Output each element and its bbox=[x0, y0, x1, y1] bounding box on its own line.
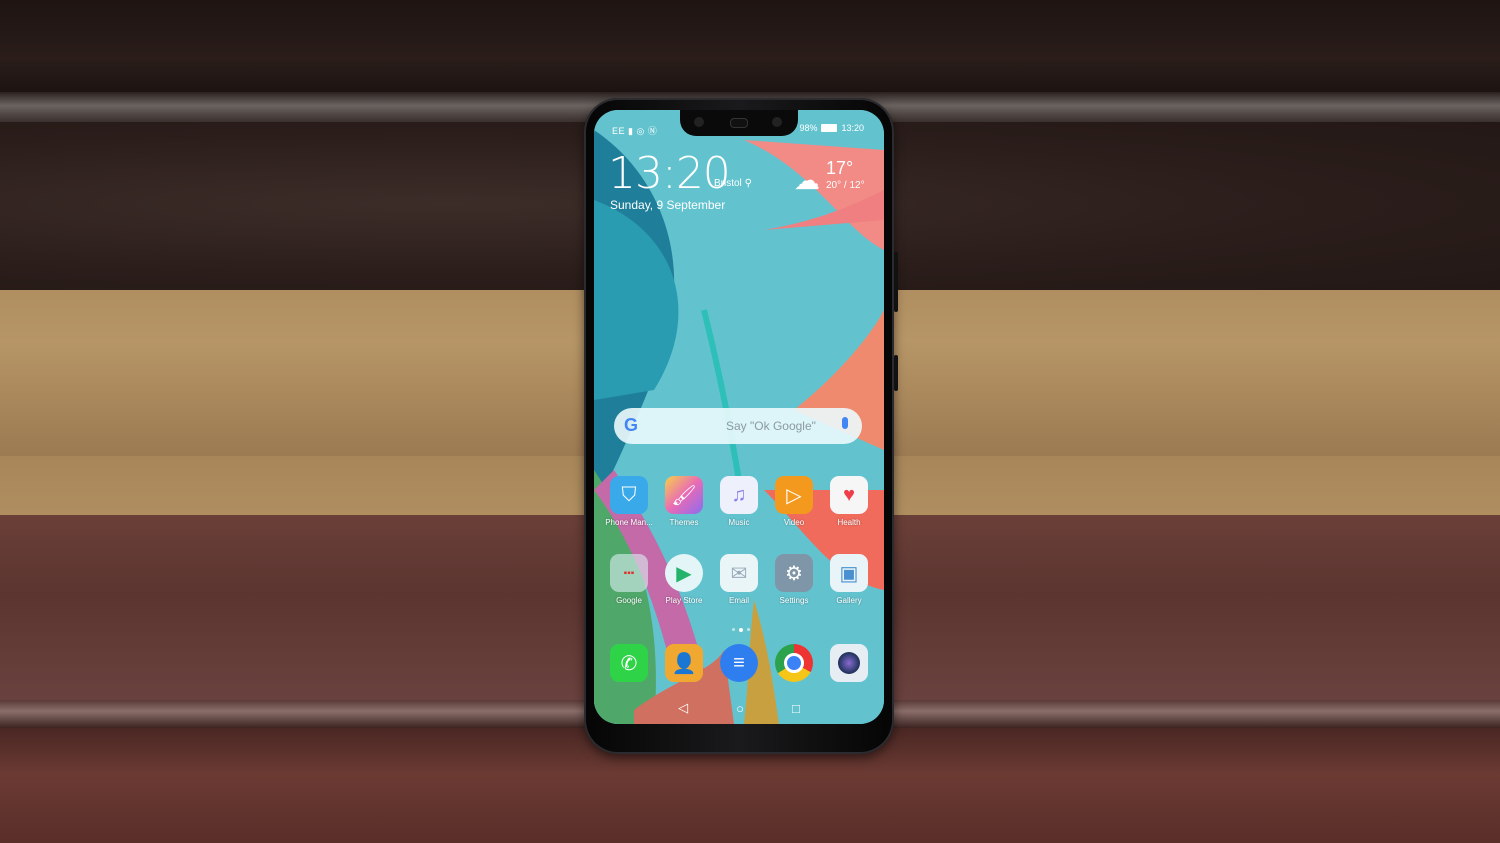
music-icon: ♫ bbox=[720, 476, 758, 514]
app-label: Email bbox=[728, 596, 749, 605]
google-search-bar[interactable]: G Say "Ok Google" bbox=[614, 408, 862, 444]
front-camera-icon bbox=[772, 117, 782, 127]
earpiece-icon bbox=[730, 118, 748, 128]
play-icon: ▷ bbox=[775, 476, 813, 514]
heart-icon: ♥ bbox=[830, 476, 868, 514]
app-phone-manager[interactable]: ⛉ Phone Man... bbox=[602, 476, 656, 527]
mail-icon: ✉ bbox=[720, 554, 758, 592]
page-dot-active[interactable] bbox=[739, 628, 743, 632]
dock: ✆ 👤 ≡ bbox=[602, 644, 876, 682]
weather-range: 20° / 12° bbox=[826, 180, 865, 191]
app-gallery[interactable]: ▣ Gallery bbox=[822, 554, 876, 605]
front-camera-icon bbox=[694, 117, 704, 127]
app-label: Play Store bbox=[665, 596, 703, 605]
dock-phone[interactable]: ✆ bbox=[602, 644, 656, 682]
battery-percent: 98% bbox=[799, 123, 818, 133]
city-label: Bristol bbox=[714, 178, 742, 189]
app-google-folder[interactable]: ▪▪▪ Google bbox=[602, 554, 656, 605]
app-label: Settings bbox=[779, 596, 809, 605]
home-icon[interactable]: ○ bbox=[736, 701, 744, 716]
contact-icon: 👤 bbox=[665, 644, 703, 682]
shield-icon: ⛉ bbox=[610, 476, 648, 514]
carrier-label: EE bbox=[612, 126, 626, 136]
gear-icon: ⚙ bbox=[775, 554, 813, 592]
weather-temp: 17° bbox=[826, 158, 854, 178]
location-pin-icon: ⚲ bbox=[744, 178, 752, 189]
app-themes[interactable]: 🖌 Themes bbox=[657, 476, 711, 527]
photo-scene: EE ▮ ◎ Ⓝ 98% 13:20 13:20 Bristol ⚲ Sunda… bbox=[0, 0, 1500, 843]
wifi-icon: ◎ bbox=[636, 126, 645, 136]
app-label: Phone Man... bbox=[605, 518, 653, 527]
phone-icon: ✆ bbox=[610, 644, 648, 682]
camera-icon bbox=[830, 644, 868, 682]
google-logo-icon: G bbox=[624, 415, 639, 435]
app-music[interactable]: ♫ Music bbox=[712, 476, 766, 527]
search-placeholder: Say "Ok Google" bbox=[726, 419, 816, 433]
page-dot[interactable] bbox=[747, 628, 750, 631]
clock-widget-city: Bristol ⚲ bbox=[714, 178, 752, 189]
app-label: Themes bbox=[669, 518, 699, 527]
clock-widget-date: Sunday, 9 September bbox=[610, 198, 726, 212]
phone-screen: EE ▮ ◎ Ⓝ 98% 13:20 13:20 Bristol ⚲ Sunda… bbox=[594, 110, 884, 724]
page-dot[interactable] bbox=[732, 628, 735, 631]
dock-chrome[interactable] bbox=[767, 644, 821, 682]
power-button bbox=[894, 355, 898, 391]
image-icon: ▣ bbox=[830, 554, 868, 592]
battery-icon bbox=[821, 124, 838, 132]
display-notch bbox=[680, 110, 798, 136]
app-label: Music bbox=[728, 518, 750, 527]
app-row-2: ▪▪▪ Google ▶ Play Store ✉ Email ⚙ Settin… bbox=[602, 554, 876, 605]
folder-icon: ▪▪▪ bbox=[610, 554, 648, 592]
app-label: Google bbox=[616, 596, 642, 605]
recents-icon[interactable]: □ bbox=[792, 701, 800, 716]
clock-widget-time[interactable]: 13:20 bbox=[608, 148, 731, 199]
partly-cloudy-icon[interactable]: ☁ bbox=[794, 165, 820, 196]
app-settings[interactable]: ⚙ Settings bbox=[767, 554, 821, 605]
message-icon: ≡ bbox=[720, 644, 758, 682]
app-label: Health bbox=[837, 518, 861, 527]
page-indicator bbox=[732, 628, 750, 632]
chrome-icon bbox=[775, 644, 813, 682]
mic-icon[interactable] bbox=[842, 417, 848, 429]
app-label: Gallery bbox=[836, 596, 862, 605]
status-bar-right: 98% 13:20 bbox=[799, 123, 864, 133]
app-video[interactable]: ▷ Video bbox=[767, 476, 821, 527]
brush-icon: 🖌 bbox=[665, 476, 703, 514]
dock-camera[interactable] bbox=[822, 644, 876, 682]
status-bar-left: EE ▮ ◎ Ⓝ bbox=[612, 124, 657, 137]
dock-messages[interactable]: ≡ bbox=[712, 644, 766, 682]
nfc-icon: Ⓝ bbox=[647, 126, 658, 136]
app-row-1: ⛉ Phone Man... 🖌 Themes ♫ Music ▷ Video … bbox=[602, 476, 876, 527]
app-play-store[interactable]: ▶ Play Store bbox=[657, 554, 711, 605]
volume-button bbox=[894, 252, 898, 312]
status-time: 13:20 bbox=[841, 123, 864, 133]
app-email[interactable]: ✉ Email bbox=[712, 554, 766, 605]
app-label: Video bbox=[783, 518, 805, 527]
bench-top-plank bbox=[0, 0, 1500, 98]
play-store-icon: ▶ bbox=[665, 554, 703, 592]
navigation-bar: ◁ ○ □ bbox=[594, 698, 884, 718]
app-health[interactable]: ♥ Health bbox=[822, 476, 876, 527]
back-icon[interactable]: ◁ bbox=[678, 700, 688, 716]
dock-contacts[interactable]: 👤 bbox=[657, 644, 711, 682]
signal-icon: ▮ bbox=[628, 126, 634, 136]
